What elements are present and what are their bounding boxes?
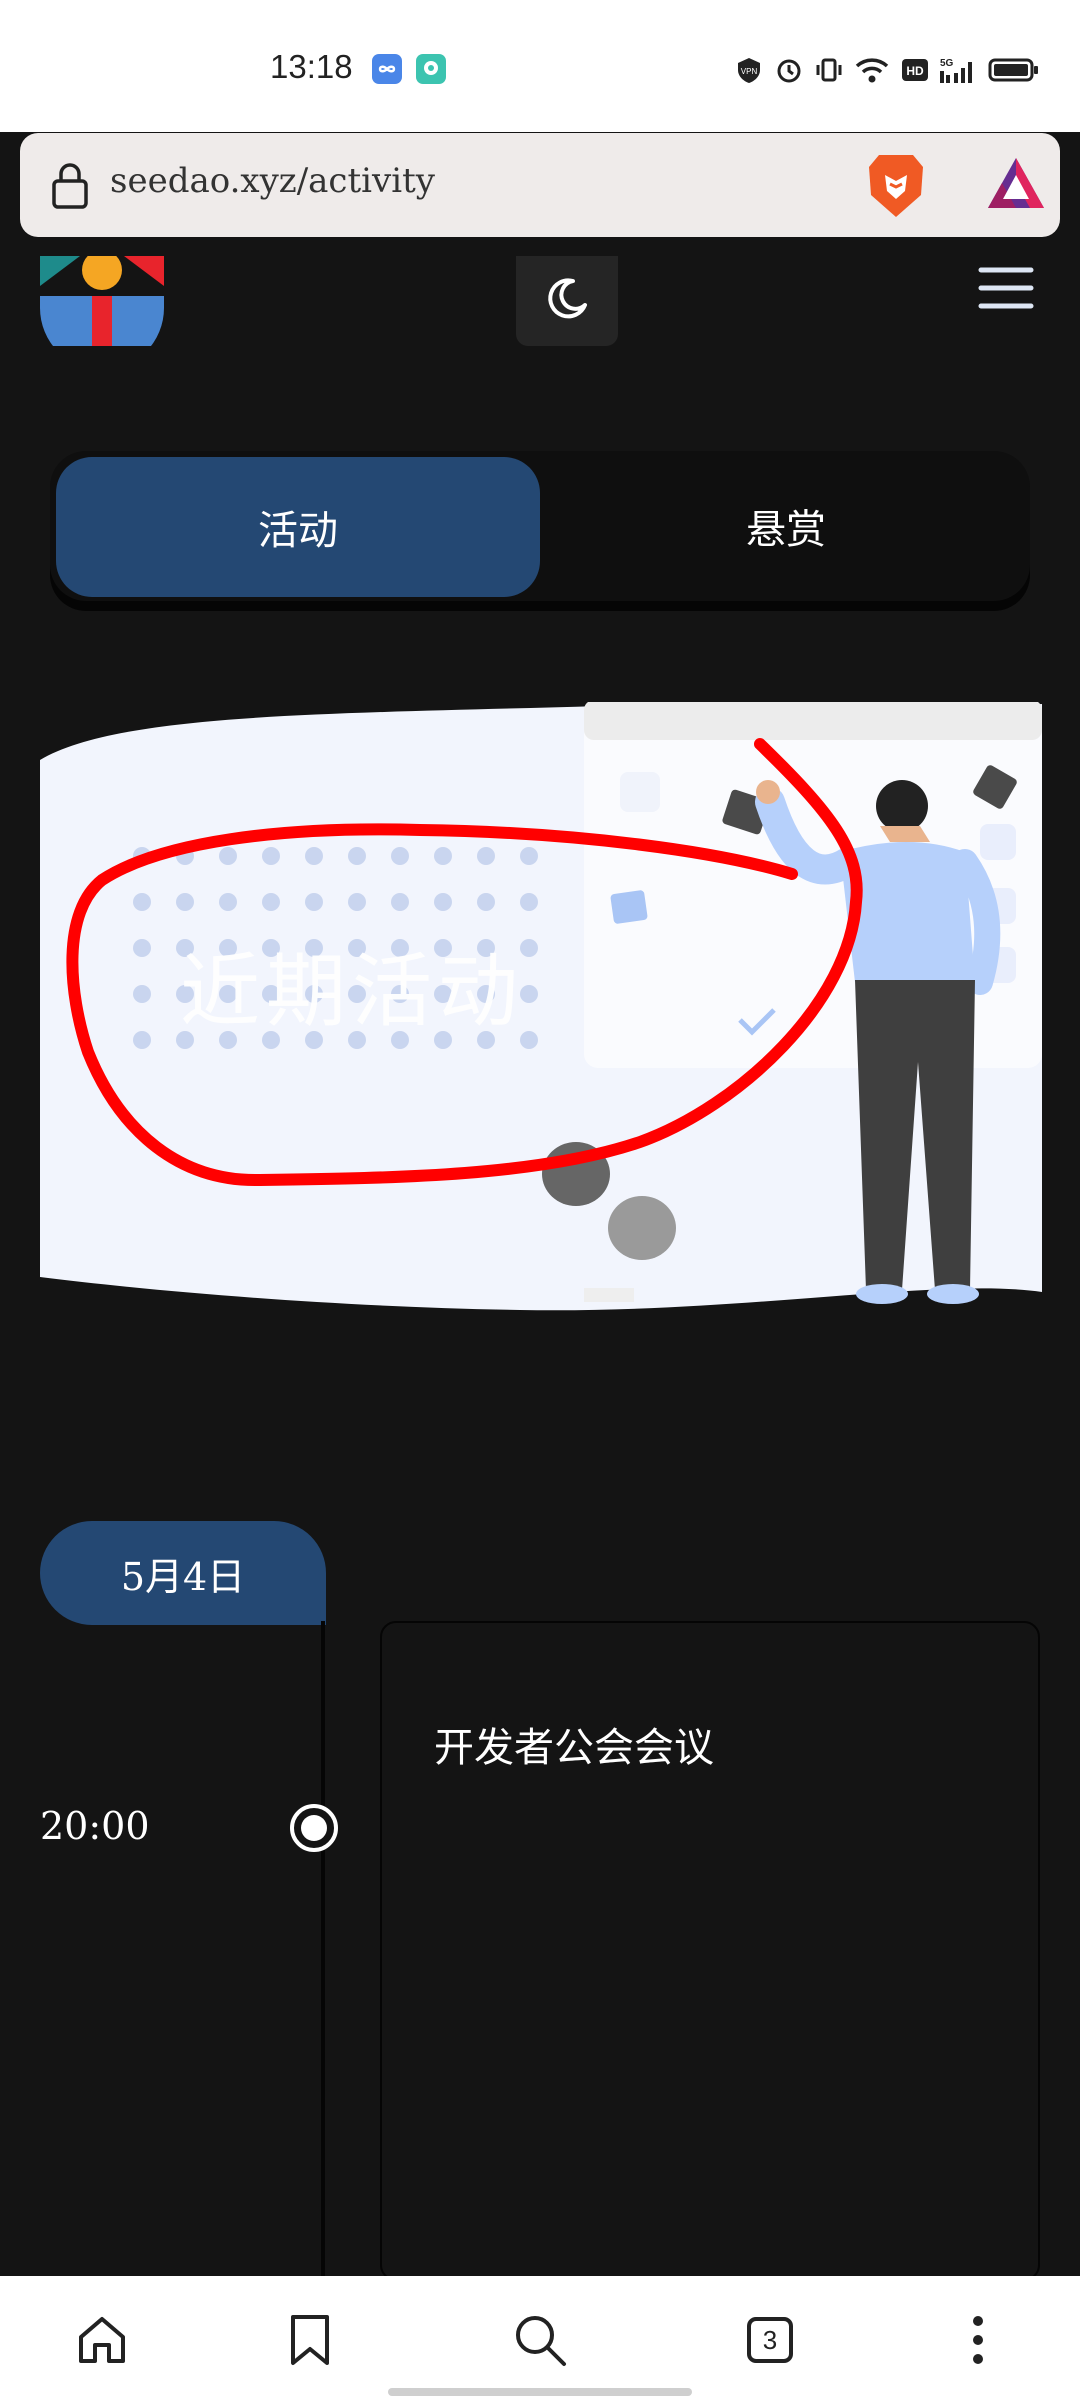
hamburger-menu-icon[interactable]: [978, 264, 1034, 318]
timeline-line: [321, 1621, 325, 2281]
infinity-app-notification-icon: [372, 54, 402, 84]
bookmarks-button[interactable]: [280, 2310, 340, 2370]
vibrate-icon: [814, 54, 844, 86]
tabs-button[interactable]: 3: [740, 2310, 800, 2370]
event-time: 20:00: [40, 1804, 150, 1848]
moon-icon: [542, 274, 592, 328]
svg-text:VPN: VPN: [741, 67, 758, 76]
tab-activity[interactable]: 活动: [56, 457, 540, 597]
home-icon: [79, 2317, 125, 2363]
event-card[interactable]: 开发者公会会议: [380, 1621, 1040, 2281]
status-time: 13:18: [270, 48, 353, 85]
battery-icon: [988, 54, 1040, 86]
more-vertical-icon: [973, 2316, 983, 2364]
upcoming-activities-banner: 近期活动: [40, 700, 1042, 1316]
lock-icon[interactable]: [50, 161, 90, 213]
svg-text:HD: HD: [906, 64, 924, 78]
home-button[interactable]: [72, 2310, 132, 2370]
search-icon: [516, 2316, 566, 2366]
more-menu-button[interactable]: [948, 2310, 1008, 2370]
tab-bounty[interactable]: 悬赏: [542, 451, 1030, 601]
tab-count-icon[interactable]: 3: [747, 2317, 793, 2363]
bookmark-icon: [291, 2315, 329, 2365]
timeline-dot: [290, 1804, 338, 1852]
address-bar[interactable]: seedao.xyz/activity: [20, 133, 1060, 237]
date-header: 5月4日: [40, 1521, 326, 1625]
status-icons: VPN HD 5G: [734, 52, 1040, 88]
event-title[interactable]: 开发者公会会议: [434, 1715, 714, 1773]
search-button[interactable]: [510, 2310, 570, 2370]
bat-rewards-icon[interactable]: [985, 155, 1047, 215]
page-content: 活动 悬赏 近期活动 5月4日 20:00 开发者公会会议: [0, 250, 1080, 2281]
hd-icon: HD: [900, 54, 930, 86]
5g-signal-icon: 5G: [940, 54, 978, 86]
dark-mode-toggle[interactable]: [516, 256, 618, 346]
wifi-icon: [854, 54, 890, 86]
activity-tab-switcher: 活动 悬赏: [50, 451, 1030, 601]
url-text[interactable]: seedao.xyz/activity: [110, 161, 435, 201]
seedao-logo[interactable]: [40, 250, 164, 370]
chat-app-notification-icon: [416, 54, 446, 84]
status-bar: 13:18 VPN HD 5G: [0, 0, 1080, 132]
alarm-icon: [774, 54, 804, 86]
svg-text:5G: 5G: [940, 58, 954, 69]
gesture-home-indicator[interactable]: [388, 2388, 692, 2396]
vpn-icon: VPN: [734, 54, 764, 86]
red-annotation-circle: [66, 738, 863, 1187]
browser-bottom-toolbar: 3: [0, 2276, 1080, 2400]
brave-shields-icon[interactable]: [865, 151, 927, 225]
